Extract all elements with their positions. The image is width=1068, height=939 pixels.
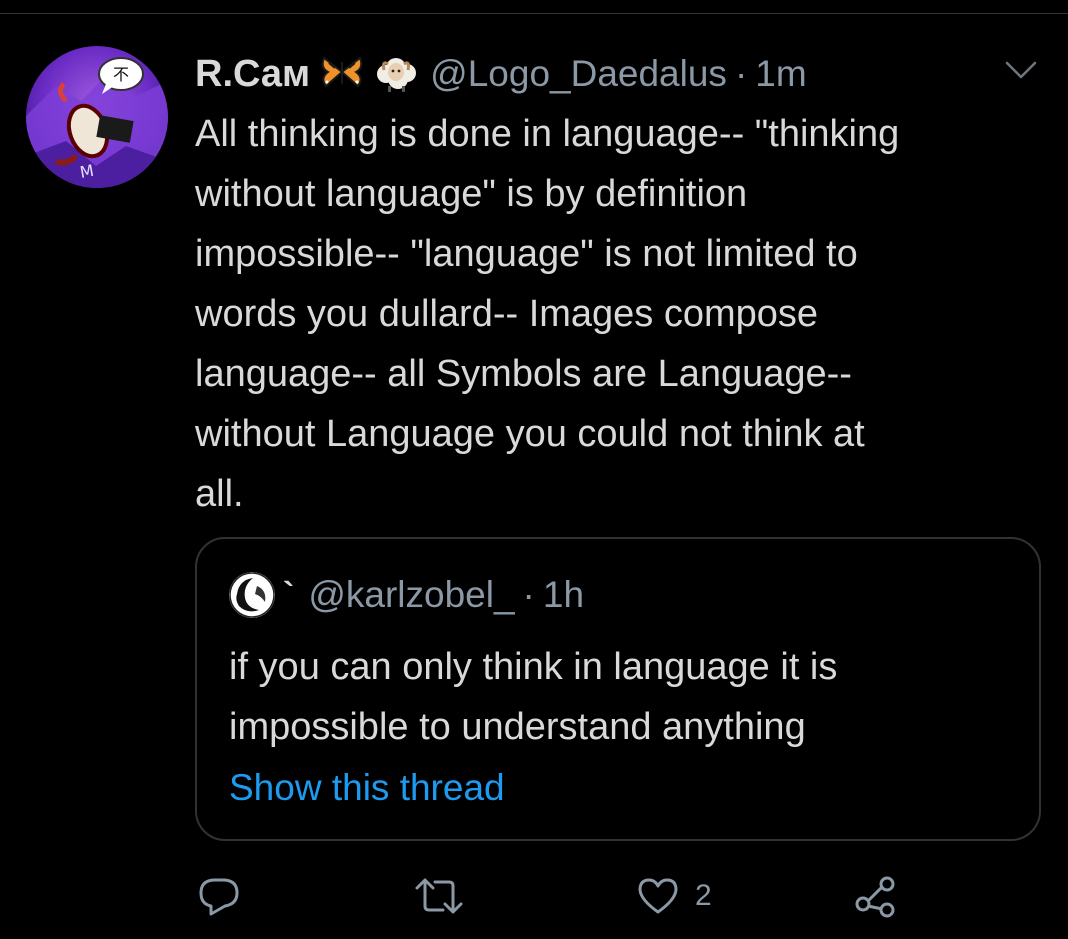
share-icon <box>855 876 895 918</box>
retweet-icon <box>415 878 463 914</box>
quoted-tweet-text: if you can only think in language it is … <box>229 646 838 748</box>
heart-icon <box>638 878 678 914</box>
quoted-avatar <box>229 572 275 618</box>
tweet-text: All thinking is done in language-- "thin… <box>195 113 900 515</box>
tweet-header: R.Сам @Logo_Daedalus · 1m <box>195 50 807 98</box>
action-bar: 2 <box>195 870 955 922</box>
display-name[interactable]: R.Сам <box>195 53 310 96</box>
user-handle[interactable]: @Logo_Daedalus <box>430 53 727 95</box>
retweet-button[interactable] <box>413 870 465 922</box>
reply-button[interactable] <box>197 870 241 922</box>
quoted-display-name: ` <box>283 575 295 614</box>
quoted-user-handle: @karlzobel_ <box>308 574 515 615</box>
sheep-emoji-icon <box>374 52 420 97</box>
quoted-tweet[interactable]: ` @karlzobel_ · 1h if you can only think… <box>195 537 1041 841</box>
chevron-down-icon[interactable] <box>1003 58 1039 82</box>
show-thread-link[interactable]: Show this thread <box>229 767 505 809</box>
reply-icon <box>199 878 239 916</box>
quoted-timestamp: 1h <box>542 574 585 615</box>
like-button[interactable]: 2 <box>637 870 712 922</box>
quoted-tweet-header: ` @karlzobel_ · 1h <box>229 571 584 619</box>
separator-dot: · <box>734 53 748 94</box>
like-count: 2 <box>695 879 712 912</box>
timestamp[interactable]: 1m <box>755 53 806 95</box>
avatar[interactable]: 不 M <box>26 46 168 188</box>
quoted-separator-dot: · <box>522 574 535 615</box>
butterfly-emoji-icon <box>320 54 364 95</box>
share-button[interactable] <box>853 870 897 922</box>
svg-text:不: 不 <box>113 65 129 84</box>
top-divider <box>0 13 1068 14</box>
